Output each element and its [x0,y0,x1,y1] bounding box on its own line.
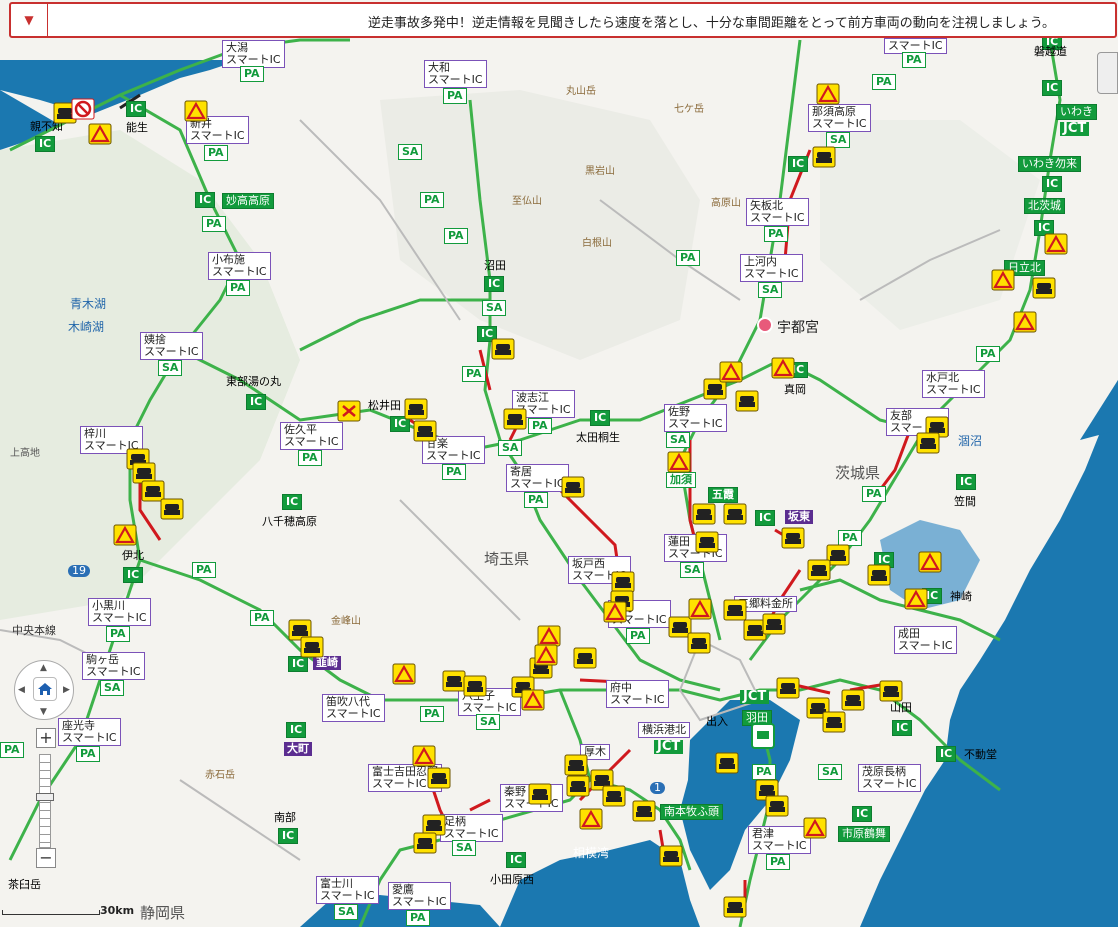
pan-control[interactable]: ▲ ▼ ◀ ▶ [14,660,74,720]
road-map[interactable]: 茨城県 埼玉県 静岡県 宇都宮 青木湖 木崎湖 涸沼 相模湾 丸山岳 七ケ岳 黒… [0,0,1118,927]
scale-text: 30km [100,904,135,917]
congestion-icon [53,102,1056,918]
caret-down-icon: ▼ [24,13,34,27]
pan-left-icon[interactable]: ◀ [18,685,25,695]
pan-right-icon[interactable]: ▶ [63,685,70,695]
home-button[interactable] [33,677,57,701]
road-closed-icon [71,98,95,120]
home-icon [38,683,52,695]
pan-down-icon[interactable]: ▼ [40,707,47,717]
scale-line [2,910,100,915]
parking-icon [751,723,775,749]
zoom-out-button[interactable]: − [36,848,56,868]
traffic-incident-layer[interactable] [0,0,1118,927]
side-panel-toggle[interactable] [1097,52,1118,94]
warning-icon [87,82,1069,840]
zoom-slider[interactable] [39,754,51,848]
zoom-slider-thumb[interactable] [36,792,54,801]
zoom-in-button[interactable]: + [36,728,56,748]
notice-text: 逆走事故多発中！逆走情報を見聞きしたら速度を落とし、十分な車間距離をとって前方車… [367,16,1055,31]
construction-icon [337,400,361,422]
notice-banner[interactable]: ▼ 逆走事故多発中！逆走情報を見聞きしたら速度を落とし、十分な車間距離をとって前… [9,2,1117,38]
notice-toggle-button[interactable]: ▼ [11,4,48,36]
pan-up-icon[interactable]: ▲ [40,663,47,673]
place-label: 茶臼岳 [8,878,41,891]
